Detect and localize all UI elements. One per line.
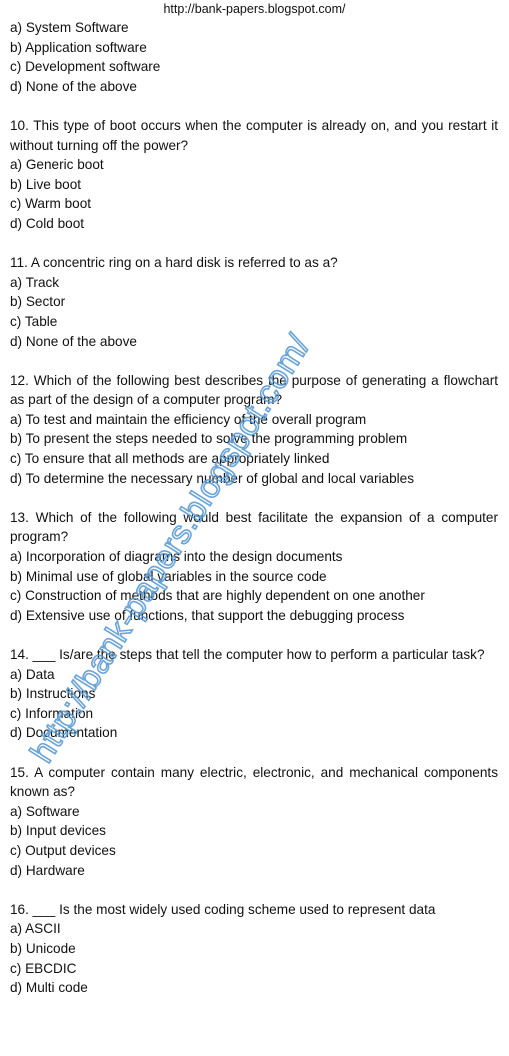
question-12: 12. Which of the following best describe… <box>10 371 498 489</box>
question-text: 13. Which of the following would best fa… <box>10 509 498 545</box>
question-10: 10. This type of boot occurs when the co… <box>10 116 498 234</box>
question-text: 10. This type of boot occurs when the co… <box>10 117 498 153</box>
option: b) Input devices <box>10 823 106 839</box>
question-text: 14. ___ Is/are the steps that tell the c… <box>10 647 485 662</box>
option: a) Data <box>10 666 55 682</box>
question-13: 13. Which of the following would best fa… <box>10 508 498 626</box>
question-14: 14. ___ Is/are the steps that tell the c… <box>10 645 498 743</box>
option: a) ASCII <box>10 921 61 937</box>
question-15: 15. A computer contain many electric, el… <box>10 763 498 881</box>
question-11: 11. A concentric ring on a hard disk is … <box>10 253 498 351</box>
option: a) To test and maintain the efficiency o… <box>10 411 367 427</box>
option: d) Multi code <box>10 980 88 996</box>
option: c) Output devices <box>10 842 116 858</box>
option: b) Application software <box>10 39 147 55</box>
option: d) Cold boot <box>10 215 85 231</box>
option: c) EBCDIC <box>10 960 77 976</box>
option: b) To present the steps needed to solve … <box>10 431 408 447</box>
question-16: 16. ___ Is the most widely used coding s… <box>10 900 498 998</box>
option: c) Construction of methods that are high… <box>10 588 425 604</box>
option: c) Information <box>10 705 94 721</box>
option: d) Extensive use of functions, that supp… <box>10 607 405 623</box>
option: a) Incorporation of diagrams into the de… <box>10 549 343 565</box>
option: d) None of the above <box>10 333 137 349</box>
option: a) System Software <box>10 20 129 35</box>
question-list: a) System Software b) Application softwa… <box>10 18 498 998</box>
option: a) Software <box>10 803 80 819</box>
option: b) Live boot <box>10 176 82 192</box>
option: b) Sector <box>10 294 66 310</box>
option: c) To ensure that all methods are approp… <box>10 451 330 467</box>
option: a) Generic boot <box>10 157 104 173</box>
option: c) Table <box>10 313 58 329</box>
option: a) Track <box>10 274 60 290</box>
option: b) Instructions <box>10 686 96 702</box>
option: b) Minimal use of global variables in th… <box>10 568 327 584</box>
option: d) Hardware <box>10 862 85 878</box>
option: c) Development software <box>10 59 161 75</box>
option: d) Documentation <box>10 725 118 741</box>
option: d) To determine the necessary number of … <box>10 470 415 486</box>
question-text: 12. Which of the following best describe… <box>10 372 498 408</box>
continued-options: a) System Software b) Application softwa… <box>10 18 498 96</box>
option: b) Unicode <box>10 940 76 956</box>
option: c) Warm boot <box>10 196 92 212</box>
question-text: 11. A concentric ring on a hard disk is … <box>10 255 338 271</box>
question-text: 15. A computer contain many electric, el… <box>10 764 498 800</box>
question-text: 16. ___ Is the most widely used coding s… <box>10 901 436 917</box>
page-header-url: http://bank-papers.blogspot.com/ <box>163 2 346 16</box>
option: d) None of the above <box>10 78 137 94</box>
